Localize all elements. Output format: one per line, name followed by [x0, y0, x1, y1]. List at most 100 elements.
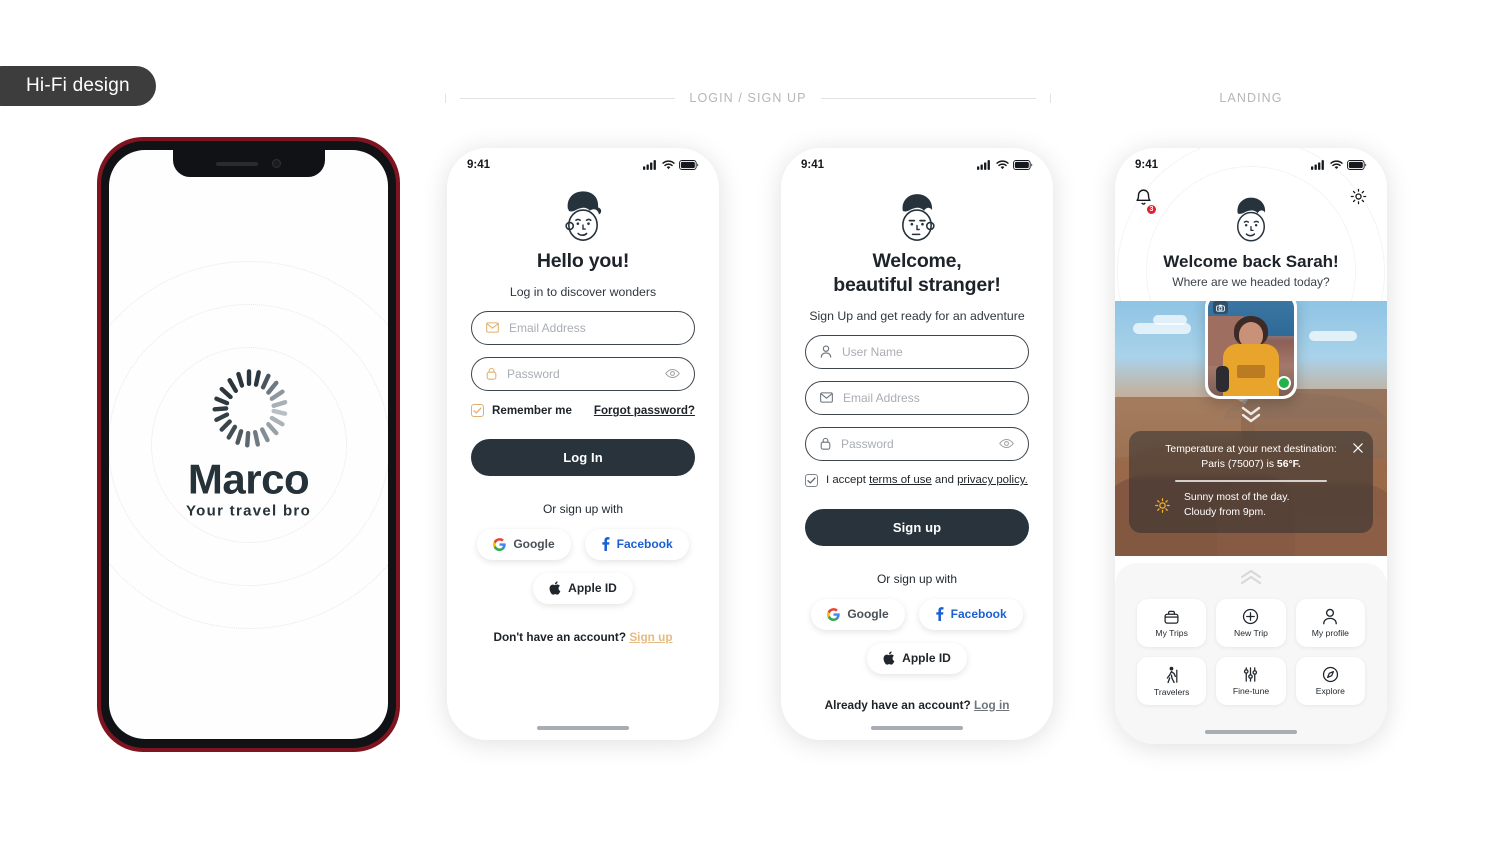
login-body: Hello you! Log in to discover wonders Em… — [447, 186, 719, 644]
tile-new-trip[interactable]: New Trip — [1216, 599, 1286, 647]
tile-explore[interactable]: Explore — [1295, 657, 1365, 705]
checkbox-box[interactable] — [471, 403, 484, 417]
login-subtitle: Log in to discover wonders — [509, 284, 657, 299]
signup-body: Welcome, beautiful stranger! Sign Up and… — [781, 186, 1053, 712]
camera-icon[interactable] — [1213, 301, 1228, 314]
google-icon — [827, 607, 841, 621]
facebook-icon — [601, 537, 610, 552]
chevron-down-icon[interactable] — [1240, 405, 1262, 425]
apple-login-button[interactable]: Apple ID — [533, 572, 633, 604]
email-input[interactable]: Email Address — [843, 391, 1014, 405]
landing-title: Welcome back Sarah! — [1163, 252, 1339, 271]
google-login-button[interactable]: Google — [477, 528, 571, 560]
login-title: Hello you! — [536, 250, 630, 272]
apple-signup-button[interactable]: Apple ID — [867, 642, 967, 674]
email-field[interactable]: Email Address — [471, 310, 695, 345]
section-label-landing: LANDING — [1140, 91, 1362, 105]
social-row-bottom: Apple ID — [805, 642, 1029, 674]
compass-icon — [1322, 666, 1338, 683]
terms-of-use-link[interactable]: terms of use — [869, 474, 932, 486]
google-signup-label: Google — [847, 607, 889, 622]
checkmark-icon — [807, 476, 816, 484]
password-input[interactable]: Password — [841, 437, 989, 451]
section-label-text: LOGIN / SIGN UP — [689, 91, 807, 105]
login-footer-prefix: Don't have an account? — [493, 629, 627, 644]
envelope-icon — [486, 322, 499, 333]
status-bar-icons — [643, 160, 699, 170]
privacy-policy-link[interactable]: privacy policy. — [957, 474, 1028, 486]
login-footer: Don't have an account? Sign up — [471, 630, 695, 644]
tile-label: Explore — [1315, 686, 1345, 696]
home-indicator — [1205, 730, 1297, 734]
plus-circle-icon — [1243, 608, 1259, 625]
signup-subtitle: Sign Up and get ready for an adventure — [809, 308, 1025, 323]
email-input[interactable]: Email Address — [509, 321, 680, 335]
suitcase-icon — [1164, 610, 1179, 624]
person-icon — [1323, 608, 1338, 625]
tile-label: Travelers — [1153, 686, 1190, 697]
photo-backpack — [1216, 366, 1229, 392]
google-icon — [493, 537, 507, 551]
brand-tagline: Your travel bro — [185, 501, 312, 519]
social-row-bottom: Apple ID — [471, 572, 695, 604]
home-indicator — [537, 726, 629, 730]
tile-travelers[interactable]: Travelers — [1137, 657, 1207, 705]
wifi-icon — [1330, 160, 1343, 170]
checkmark-icon — [473, 407, 482, 414]
status-bar-time: 9:41 — [467, 159, 491, 171]
facebook-icon — [935, 607, 944, 622]
status-bar-time: 9:41 — [1135, 159, 1159, 171]
weather-headline: Temperature at your next destination: Pa… — [1141, 442, 1361, 472]
face-mascot-icon — [902, 194, 935, 241]
hero-phone-mockup: Marco Your travel bro — [97, 137, 400, 752]
notifications-button[interactable]: 3 — [1135, 188, 1157, 215]
status-bar-icons — [1311, 160, 1367, 170]
login-link[interactable]: Log in — [974, 698, 1009, 712]
apple-login-label: Apple ID — [568, 581, 617, 596]
email-field[interactable]: Email Address — [805, 380, 1029, 415]
google-login-label: Google — [513, 537, 555, 552]
remember-me-checkbox[interactable]: Remember me — [471, 403, 572, 417]
remember-me-label: Remember me — [492, 403, 572, 417]
tile-my-trips[interactable]: My Trips — [1137, 599, 1207, 647]
rule-cap-right — [1050, 93, 1051, 103]
terms-prefix: I accept — [826, 474, 866, 487]
login-submit-button[interactable]: Log In — [471, 438, 695, 476]
envelope-icon — [820, 392, 833, 403]
terms-checkbox[interactable] — [805, 473, 818, 487]
sunburst-icon — [211, 368, 287, 448]
password-input[interactable]: Password — [507, 367, 655, 381]
tile-label: My Trips — [1155, 627, 1188, 638]
brand-name: Marco — [187, 454, 310, 502]
forgot-password-link[interactable]: Forgot password? — [594, 404, 695, 417]
facebook-login-button[interactable]: Facebook — [584, 528, 689, 560]
eye-icon[interactable] — [999, 438, 1014, 449]
cloud — [1153, 315, 1187, 325]
profile-photo-card[interactable] — [1205, 301, 1297, 399]
cloud — [1309, 331, 1357, 341]
lock-icon — [820, 437, 831, 450]
close-icon[interactable] — [1353, 440, 1363, 458]
notification-badge: 3 — [1146, 204, 1157, 215]
photo-shirt-print — [1237, 365, 1265, 378]
facebook-signup-button[interactable]: Facebook — [918, 598, 1023, 630]
password-field[interactable]: Password — [471, 356, 695, 391]
settings-button[interactable] — [1350, 188, 1367, 210]
forecast-line2: Cloudy from 9pm. — [1184, 507, 1266, 519]
apple-icon — [549, 581, 561, 595]
apple-icon — [883, 651, 895, 665]
google-signup-button[interactable]: Google — [811, 598, 905, 630]
password-field[interactable]: Password — [805, 426, 1029, 461]
sheet-drag-handle[interactable] — [1115, 569, 1387, 585]
landing-top-bar: 3 — [1115, 182, 1387, 215]
username-field[interactable]: User Name — [805, 334, 1029, 369]
signup-link[interactable]: Sign up — [629, 630, 672, 644]
person-icon — [820, 345, 832, 358]
username-input[interactable]: User Name — [842, 345, 1014, 359]
signup-submit-button[interactable]: Sign up — [805, 508, 1029, 546]
apple-signup-label: Apple ID — [902, 651, 951, 666]
arrow-icon — [290, 475, 302, 487]
tile-my-profile[interactable]: My profile — [1295, 599, 1365, 647]
tile-fine-tune[interactable]: Fine-tune — [1216, 657, 1286, 705]
eye-icon[interactable] — [665, 368, 680, 379]
